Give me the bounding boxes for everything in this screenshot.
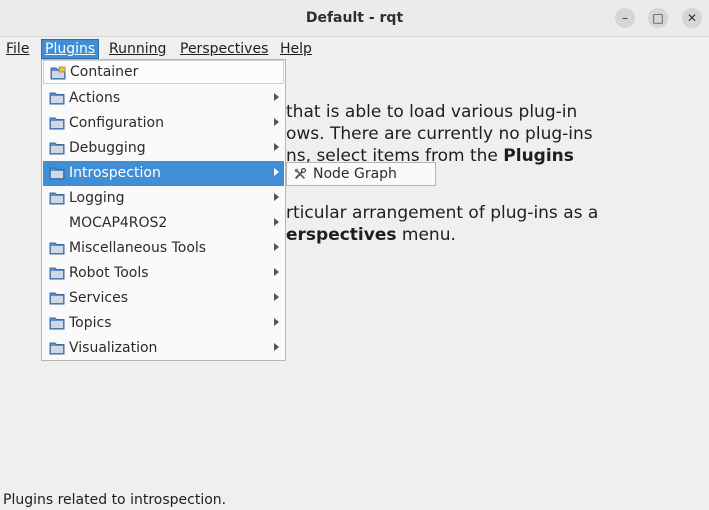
plugins-menu-item-mocap4ros2[interactable]: MOCAP4ROS2 — [43, 211, 284, 236]
plugins-menu-item-label: Introspection — [69, 165, 161, 181]
folder-icon — [49, 342, 65, 355]
plugins-menu-item-visualization[interactable]: Visualization — [43, 336, 284, 361]
plugins-menu-item-debugging[interactable]: Debugging — [43, 136, 284, 161]
folder-icon — [49, 117, 65, 130]
title-bar: Default - rqt – □ ✕ — [0, 0, 709, 37]
plugins-menu-item-container[interactable]: Container — [43, 60, 284, 84]
plugins-menu-item-label: Configuration — [69, 115, 164, 131]
menu-perspectives[interactable]: Perspectives — [177, 39, 271, 59]
submenu-arrow-icon — [274, 193, 279, 201]
plugins-menu-item-configuration[interactable]: Configuration — [43, 111, 284, 136]
welcome-text-line5: erspectives menu. — [286, 225, 456, 245]
submenu-arrow-icon — [274, 268, 279, 276]
plugins-menu-item-actions[interactable]: Actions — [43, 86, 284, 111]
maximize-icon: □ — [652, 11, 664, 25]
status-bar-text: Plugins related to introspection. — [3, 492, 227, 508]
plugins-menu-item-services[interactable]: Services — [43, 286, 284, 311]
plugins-menu-item-label: Services — [69, 290, 129, 306]
folder-icon — [49, 242, 65, 255]
folder-icon — [49, 192, 65, 205]
window-title: Default - rqt — [305, 10, 404, 26]
plugins-dropdown-menu: Container Actions Configuration Debugging In… — [41, 59, 286, 361]
minimize-button[interactable]: – — [615, 8, 635, 28]
close-button[interactable]: ✕ — [682, 8, 702, 28]
minimize-icon: – — [622, 11, 628, 25]
folder-icon — [49, 142, 65, 155]
welcome-text-line1: that is able to load various plug-in — [286, 102, 578, 122]
menu-help[interactable]: Help — [277, 39, 315, 59]
submenu-arrow-icon — [274, 318, 279, 326]
plugins-menu-item-label: Actions — [69, 90, 121, 106]
plugins-menu-item-label: MOCAP4ROS2 — [69, 215, 168, 231]
submenu-arrow-icon — [274, 243, 279, 251]
tools-icon — [294, 167, 307, 179]
plugins-menu-item-label: Miscellaneous Tools — [69, 240, 207, 256]
introspection-submenu: Node Graph — [286, 162, 436, 186]
close-icon: ✕ — [686, 11, 698, 25]
plugins-menu-item-label: Topics — [69, 315, 112, 331]
menu-bar: File Plugins Running Perspectives Help — [0, 37, 709, 59]
plugins-menu-item-label: Robot Tools — [69, 265, 149, 281]
folder-icon — [49, 167, 65, 180]
submenu-arrow-icon — [274, 293, 279, 301]
plugins-menu-item-robot-tools[interactable]: Robot Tools — [43, 261, 284, 286]
menu-file[interactable]: File — [3, 39, 32, 59]
folder-icon — [49, 292, 65, 305]
submenu-arrow-icon — [274, 118, 279, 126]
submenu-arrow-icon — [274, 93, 279, 101]
submenu-item-label: Node Graph — [313, 166, 397, 182]
folder-icon — [49, 317, 65, 330]
plugins-menu-item-label: Visualization — [69, 340, 158, 356]
folder-icon — [49, 92, 65, 105]
submenu-arrow-icon — [274, 168, 279, 176]
plugins-menu-item-topics[interactable]: Topics — [43, 311, 284, 336]
menu-plugins[interactable]: Plugins — [41, 39, 100, 59]
plugins-menu-item-miscellaneous-tools[interactable]: Miscellaneous Tools — [43, 236, 284, 261]
plugins-menu-item-label: Debugging — [69, 140, 146, 156]
submenu-arrow-icon — [274, 143, 279, 151]
submenu-arrow-icon — [274, 343, 279, 351]
plugins-menu-item-label: Logging — [69, 190, 125, 206]
plugins-menu-item-label: Container — [70, 64, 139, 80]
submenu-item-node-graph[interactable]: Node Graph — [288, 164, 434, 184]
welcome-text-line2: ows. There are currently no plug-ins — [286, 124, 593, 144]
maximize-button[interactable]: □ — [648, 8, 668, 28]
container-icon — [50, 66, 66, 80]
submenu-arrow-icon — [274, 218, 279, 226]
plugins-menu-item-logging[interactable]: Logging — [43, 186, 284, 211]
menu-running[interactable]: Running — [106, 39, 169, 59]
plugins-menu-item-introspection[interactable]: Introspection — [43, 161, 284, 186]
folder-icon — [49, 267, 65, 280]
welcome-text-line4: rticular arrangement of plug-ins as a — [286, 203, 599, 223]
